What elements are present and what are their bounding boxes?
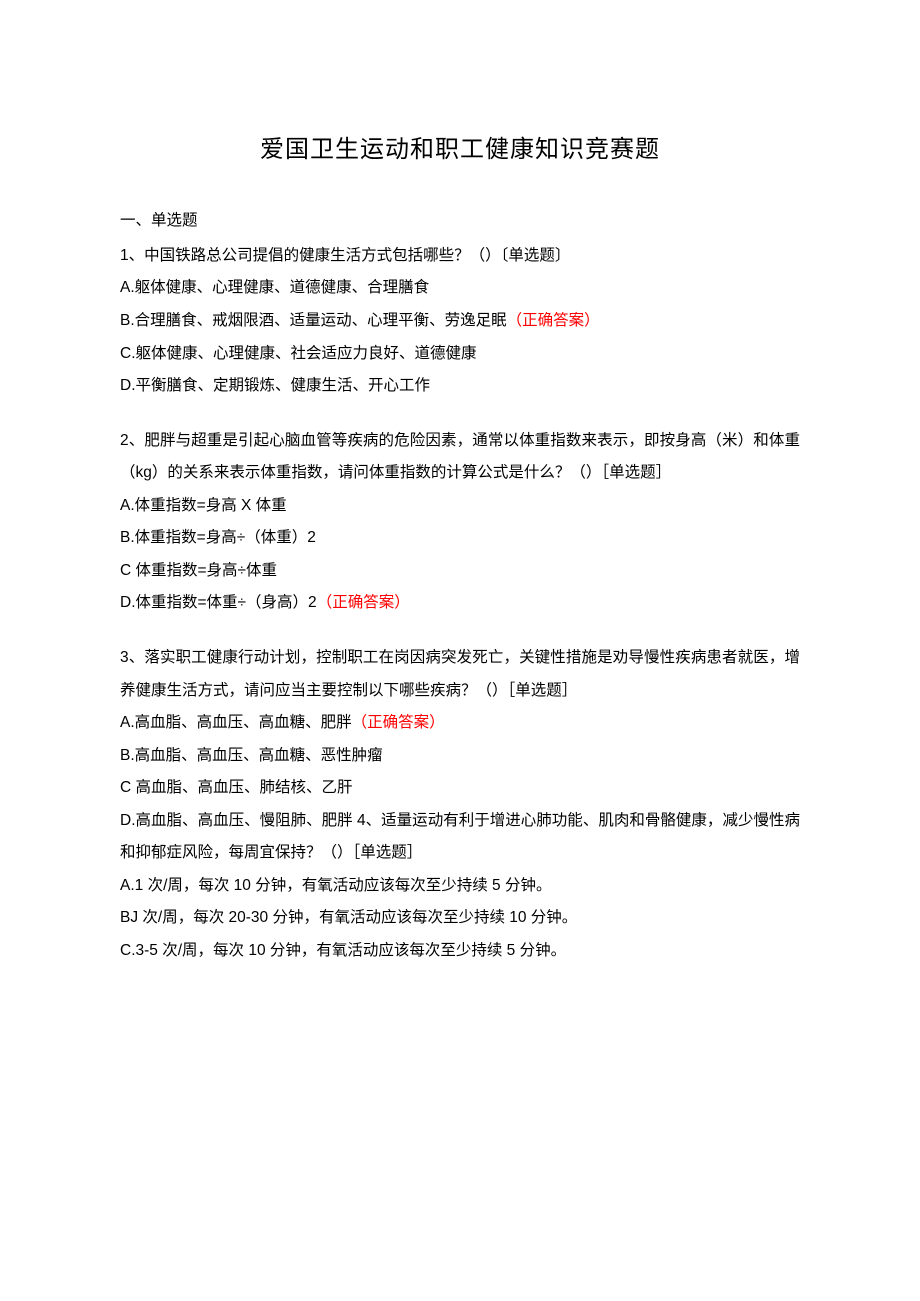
option-d: D.体重指数=体重÷（身高）2（正确答案）	[120, 587, 800, 620]
option-a-text: A.高血脂、高血压、高血糖、肥胖	[120, 714, 352, 731]
option-a: A.体重指数=身高 X 体重	[120, 490, 800, 523]
option-d: D.平衡膳食、定期锻炼、健康生活、开心工作	[120, 370, 800, 403]
document-title: 爱国卫生运动和职工健康知识竞赛题	[120, 125, 800, 175]
correct-answer-marker: （正确答案）	[317, 594, 410, 611]
option-d-text: D.体重指数=体重÷（身高）2	[120, 594, 317, 611]
question-stem: 2、肥胖与超重是引起心脑血管等疾病的危险因素，通常以体重指数来表示，即按身高（米…	[120, 425, 800, 490]
question-1: 1、中国铁路总公司提倡的健康生活方式包括哪些？（）〔单选题〕 A.躯体健康、心理…	[120, 240, 800, 403]
option-a: A.躯体健康、心理健康、道德健康、合理膳食	[120, 272, 800, 305]
question-2: 2、肥胖与超重是引起心脑血管等疾病的危险因素，通常以体重指数来表示，即按身高（米…	[120, 425, 800, 620]
correct-answer-marker: （正确答案）	[507, 312, 600, 329]
option-b: B.高血脂、高血压、高血糖、恶性肿瘤	[120, 740, 800, 773]
question-stem: 3、落实职工健康行动计划，控制职工在岗因病突发死亡，关键性措施是劝导慢性疾病患者…	[120, 642, 800, 707]
correct-answer-marker: （正确答案）	[352, 714, 445, 731]
option-a: A.高血脂、高血压、高血糖、肥胖（正确答案）	[120, 707, 800, 740]
option-c: C 体重指数=身高÷体重	[120, 555, 800, 588]
question-3: 3、落实职工健康行动计划，控制职工在岗因病突发死亡，关键性措施是劝导慢性疾病患者…	[120, 642, 800, 967]
option-b: B.体重指数=身高÷（体重）2	[120, 522, 800, 555]
document-page: 爱国卫生运动和职工健康知识竞赛题 一、单选题 1、中国铁路总公司提倡的健康生活方…	[0, 0, 920, 1301]
option-c: C.躯体健康、心理健康、社会适应力良好、道德健康	[120, 338, 800, 371]
q4-option-a: A.1 次/周，每次 10 分钟，有氧活动应该每次至少持续 5 分钟。	[120, 870, 800, 903]
section-heading: 一、单选题	[120, 205, 800, 238]
question-stem: 1、中国铁路总公司提倡的健康生活方式包括哪些？（）〔单选题〕	[120, 240, 800, 273]
q4-option-c: C.3-5 次/周，每次 10 分钟，有氧活动应该每次至少持续 5 分钟。	[120, 935, 800, 968]
q4-option-b: BJ 次/周，每次 20-30 分钟，有氧活动应该每次至少持续 10 分钟。	[120, 902, 800, 935]
option-c: C 高血脂、高血压、肺结核、乙肝	[120, 772, 800, 805]
option-d-and-question-4-stem: D.高血脂、高血压、慢阻肺、肥胖 4、适量运动有利于增进心肺功能、肌肉和骨骼健康…	[120, 805, 800, 870]
option-b: B.合理膳食、戒烟限酒、适量运动、心理平衡、劳逸足眠（正确答案）	[120, 305, 800, 338]
option-b-text: B.合理膳食、戒烟限酒、适量运动、心理平衡、劳逸足眠	[120, 312, 507, 329]
